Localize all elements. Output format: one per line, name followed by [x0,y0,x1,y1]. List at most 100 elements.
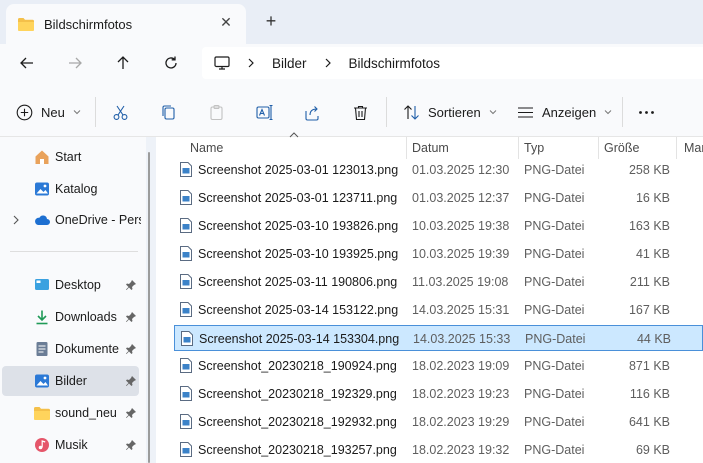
breadcrumb-bildschirmfotos[interactable]: Bildschirmfotos [349,56,441,71]
file-date: 01.03.2025 12:37 [412,191,510,205]
file-name: Screenshot 2025-03-10 193826.png [198,219,399,233]
sidebar-item-dokumente[interactable]: Dokumente [2,334,139,364]
pin-icon[interactable] [125,279,137,291]
pin-icon[interactable] [125,343,137,355]
address-bar[interactable]: Bilder Bildschirmfotos [202,47,703,79]
column-divider[interactable] [676,137,677,159]
image-file-icon [180,442,192,457]
refresh-button[interactable] [157,49,185,77]
home-icon [35,150,49,164]
sidebar-item-onedrive[interactable]: OneDrive - Perso [2,205,141,235]
sidebar-scrollbar[interactable] [148,152,150,463]
file-row[interactable]: Screenshot_20230218_193257.png 18.02.2023… [174,437,703,463]
rename-button[interactable] [256,96,273,128]
column-divider[interactable] [518,137,519,159]
sidebar-item-musik[interactable]: Musik [2,430,139,460]
file-date: 10.03.2025 19:38 [412,219,510,233]
file-date: 18.02.2023 19:23 [412,387,510,401]
arrow-up-icon [117,56,129,69]
navigation-pane: Start Katalog OneDrive - Perso Desktop D… [0,137,146,463]
file-row[interactable]: Screenshot_20230218_192329.png 18.02.2023… [174,381,703,407]
file-type: PNG-Datei [524,415,585,429]
copy-button[interactable] [160,96,177,128]
new-label: Neu [41,104,65,120]
file-date: 14.03.2025 15:31 [412,303,510,317]
image-file-icon [180,218,192,233]
file-name: Screenshot 2025-03-11 190806.png [198,275,398,289]
forward-button[interactable] [61,49,89,77]
view-button[interactable]: Anzeigen [517,96,612,128]
trash-icon [354,105,367,120]
pin-icon[interactable] [125,439,137,451]
file-row[interactable]: Screenshot 2025-03-11 190806.png 11.03.20… [174,269,703,295]
back-button[interactable] [13,49,41,77]
file-type: PNG-Datei [524,387,585,401]
file-row[interactable]: Screenshot 2025-03-10 193925.png 10.03.20… [174,241,703,267]
pictures-icon [35,374,49,388]
download-icon [36,310,48,325]
toolbar-divider [386,97,387,127]
more-options-button[interactable] [638,96,655,128]
arrow-right-icon [69,57,82,69]
file-row[interactable]: Screenshot_20230218_190924.png 18.02.2023… [174,353,703,379]
close-tab-icon[interactable]: ✕ [218,14,234,30]
image-file-icon [180,162,192,177]
file-type: PNG-Datei [524,275,585,289]
up-button[interactable] [109,49,137,77]
file-date: 18.02.2023 19:29 [412,415,510,429]
sidebar-item-start[interactable]: Start [2,142,139,172]
chevron-right-icon [244,56,258,70]
file-row[interactable]: Screenshot 2025-03-14 153304.png 14.03.20… [174,325,703,351]
copy-icon [162,104,175,120]
sidebar-item-sound-neu[interactable]: sound_neu [2,398,139,428]
sort-button[interactable]: Sortieren [403,96,497,128]
image-file-icon [180,274,192,289]
file-date: 11.03.2025 19:08 [412,275,509,289]
image-file-icon [180,414,192,429]
file-size: 16 KB [635,191,670,205]
file-row[interactable]: Screenshot 2025-03-14 153122.png 14.03.20… [174,297,703,323]
image-file-icon [180,358,192,373]
file-name: Screenshot_20230218_192329.png [198,387,397,401]
delete-button[interactable] [352,96,369,128]
cut-button[interactable] [112,96,129,128]
column-header-name[interactable]: Name [190,137,223,159]
column-header-size[interactable]: Größe [604,137,639,159]
column-header-more[interactable]: Mar [684,137,703,159]
sidebar-item-downloads[interactable]: Downloads [2,302,139,332]
tab-bildschirmfotos[interactable]: Bildschirmfotos ✕ [6,4,246,44]
pin-icon[interactable] [125,375,137,387]
new-tab-button[interactable]: + [262,12,280,30]
file-size: 641 KB [628,415,670,429]
sort-icon [404,104,419,120]
paste-button[interactable] [208,96,225,128]
file-name: Screenshot_20230218_190924.png [198,359,397,373]
pin-icon[interactable] [125,407,137,419]
column-divider[interactable] [406,137,407,159]
new-button[interactable]: Neu [16,96,81,128]
scissors-icon [113,105,128,120]
file-name: Screenshot 2025-03-14 153122.png [198,303,399,317]
file-row[interactable]: Screenshot 2025-03-01 123711.png 01.03.20… [174,185,703,211]
desktop-icon [35,279,49,290]
file-size: 41 KB [635,247,670,261]
file-size: 116 KB [629,387,670,401]
file-row[interactable]: Screenshot 2025-03-01 123013.png 01.03.20… [174,157,703,183]
column-header-type[interactable]: Typ [524,137,544,159]
image-file-icon [180,246,192,261]
breadcrumb-bilder[interactable]: Bilder [272,56,307,71]
file-row[interactable]: Screenshot 2025-03-10 193826.png 10.03.20… [174,213,703,239]
file-type: PNG-Datei [524,191,585,205]
image-file-icon [181,331,193,346]
sidebar-item-desktop[interactable]: Desktop [2,270,139,300]
file-size: 69 KB [635,443,670,457]
file-row[interactable]: Screenshot_20230218_192932.png 18.02.2023… [174,409,703,435]
chevron-right-icon [13,215,19,225]
column-header-date[interactable]: Datum [412,137,449,159]
sidebar-item-katalog[interactable]: Katalog [2,174,139,204]
pin-icon[interactable] [125,311,137,323]
share-button[interactable] [304,96,321,128]
column-divider[interactable] [598,137,599,159]
file-size: 258 KB [628,163,670,177]
sidebar-item-bilder[interactable]: Bilder [2,366,139,396]
